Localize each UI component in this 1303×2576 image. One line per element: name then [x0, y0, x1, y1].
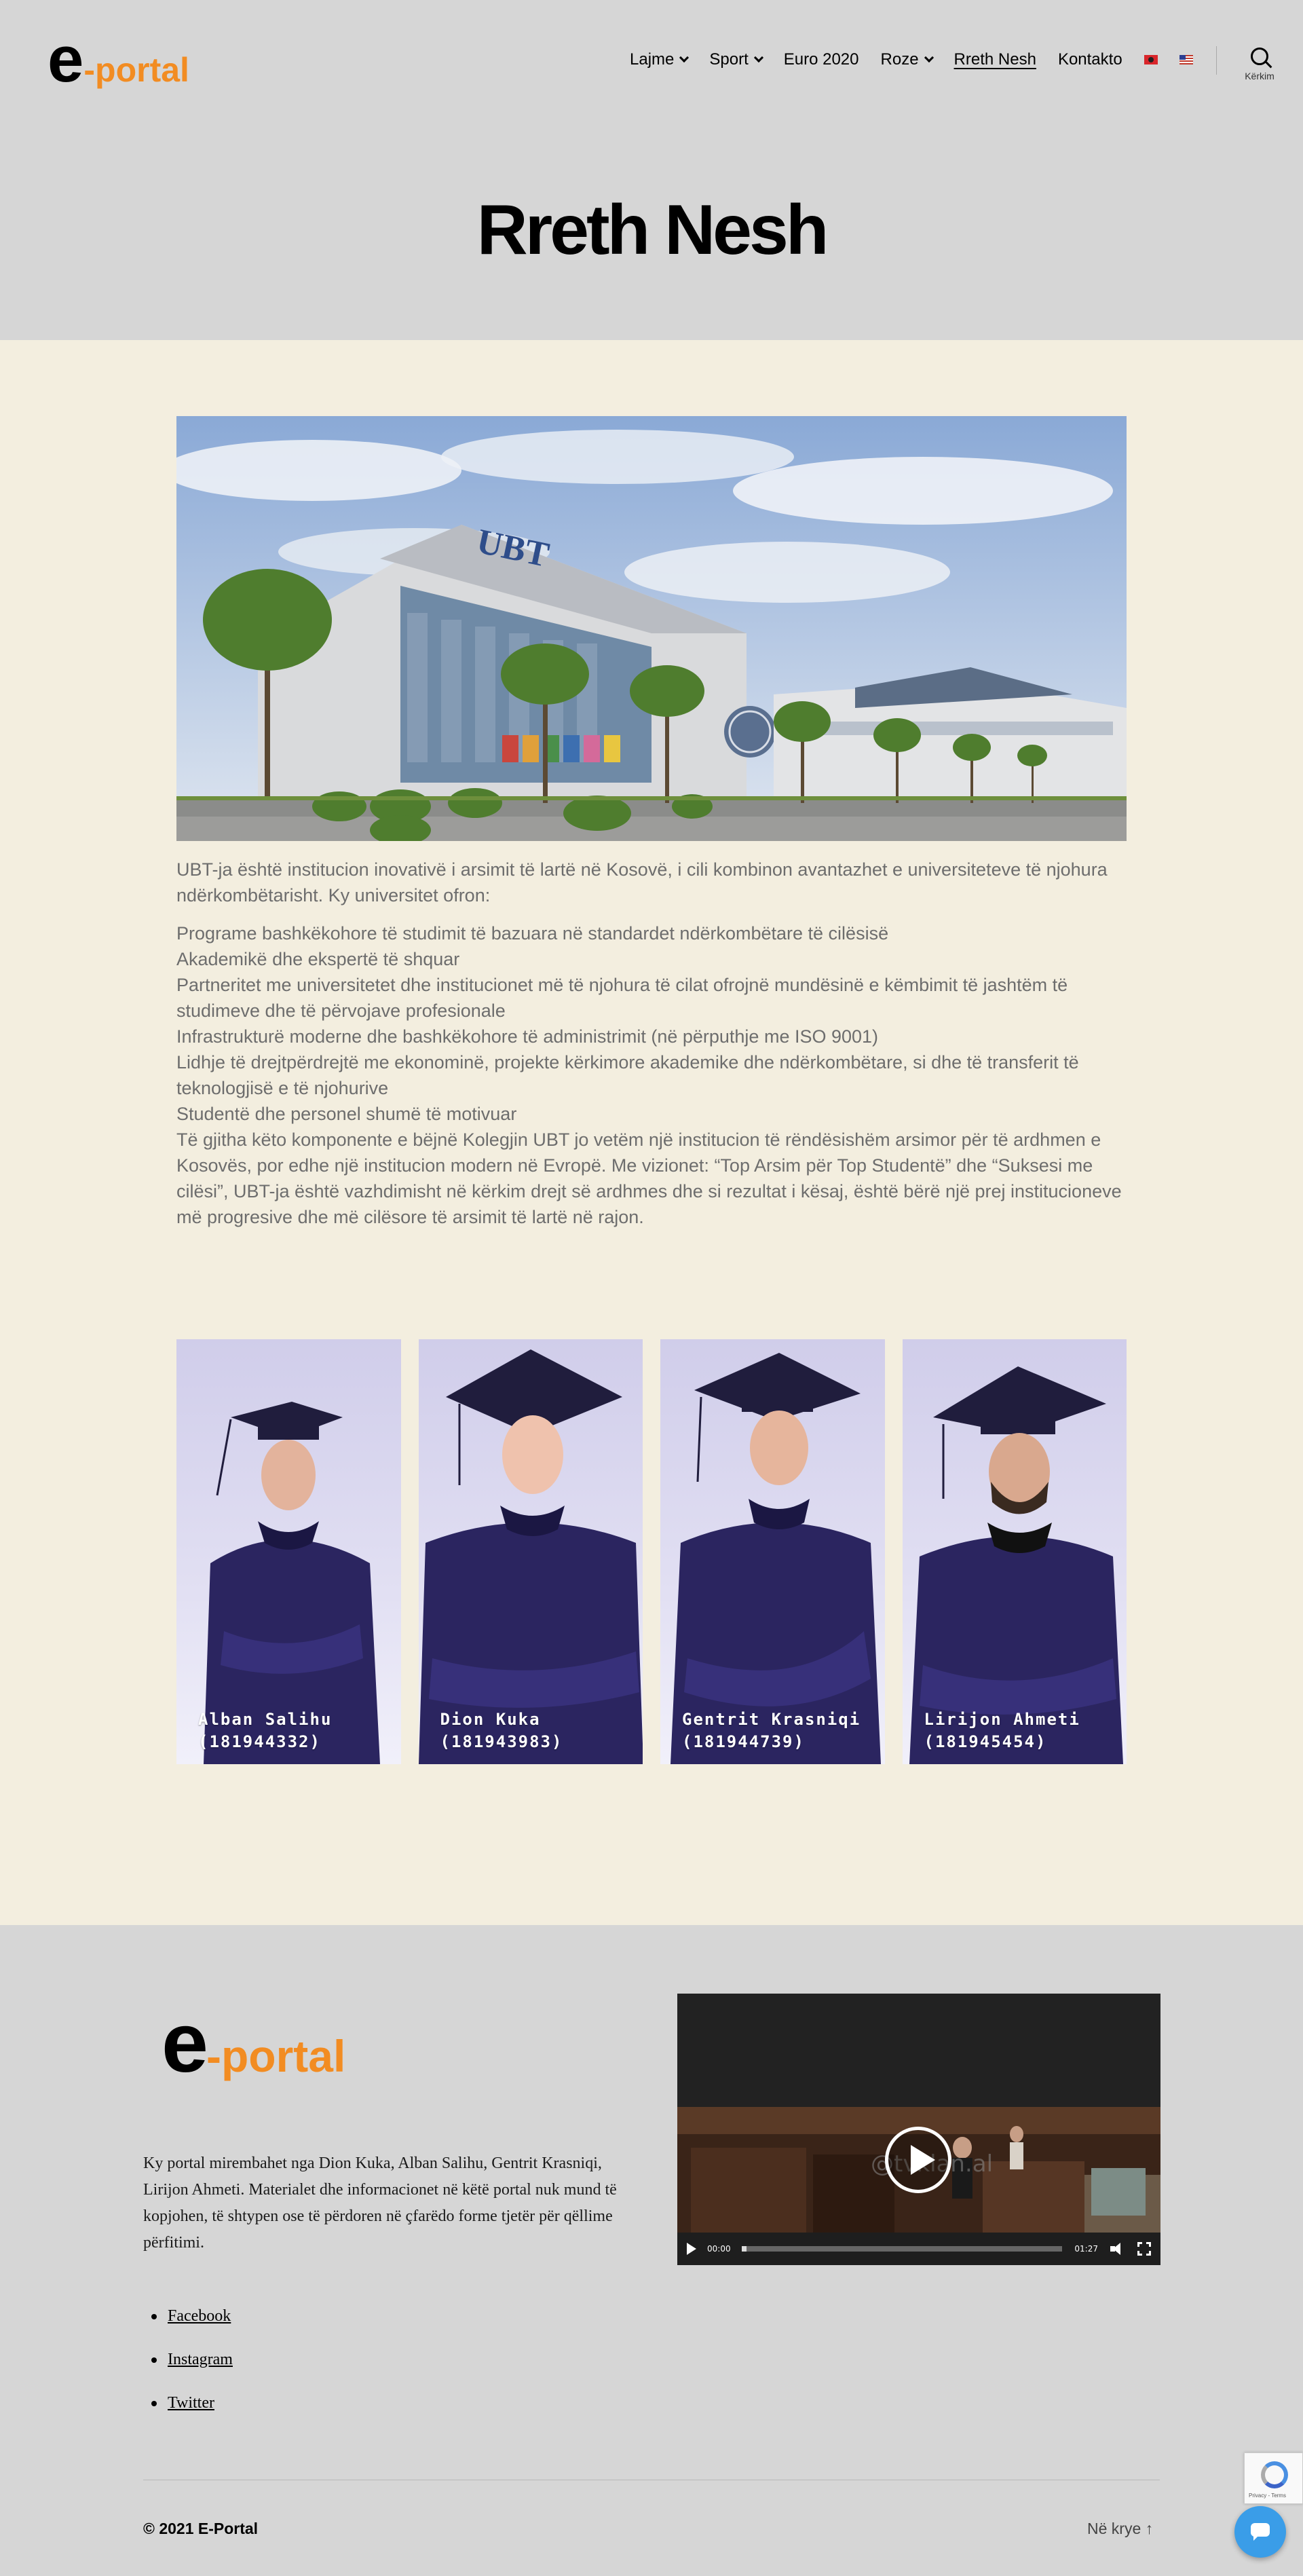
nav-label: Lajme	[630, 50, 675, 69]
social-item: Facebook	[143, 2294, 483, 2338]
about-intro: UBT-ja është institucion inovativë i ars…	[176, 859, 1108, 906]
student-caption: Lirijon Ahmeti (181945454)	[924, 1709, 1080, 1753]
duration: 01:27	[1074, 2244, 1098, 2254]
student-card[interactable]: Dion Kuka (181943983)	[418, 1339, 643, 1764]
play-icon[interactable]	[885, 2127, 951, 2193]
nav-item-euro-2020[interactable]: Euro 2020	[784, 50, 859, 69]
copyright: © 2021 E-Portal	[143, 2520, 259, 2537]
student-card[interactable]: Lirijon Ahmeti (181945454)	[902, 1339, 1127, 1764]
progress-bar[interactable]	[741, 2246, 1063, 2252]
about-point: Infrastrukturë moderne dhe bashkëkohore …	[176, 1026, 879, 1047]
student-id: (181944739)	[682, 1732, 805, 1751]
twitter-link[interactable]: Twitter	[168, 2394, 214, 2412]
us-flag-icon[interactable]	[1179, 55, 1193, 64]
nav-item-lajme[interactable]: Lajme	[630, 50, 690, 69]
logo-dash: -	[206, 2031, 221, 2081]
albanian-flag-icon[interactable]	[1144, 55, 1158, 64]
logo-e: e	[48, 23, 83, 96]
logo-portal: portal	[95, 51, 189, 89]
student-photo	[909, 1366, 1123, 1764]
search-label: Kërkim	[1245, 71, 1274, 81]
search-toggle-button[interactable]: Kërkim	[1239, 48, 1280, 81]
logo-e: e	[162, 1996, 208, 2090]
student-id: (181945454)	[924, 1732, 1047, 1751]
current-time: 00:00	[707, 2244, 731, 2254]
volume-icon[interactable]	[1110, 2242, 1125, 2256]
student-id: (181944332)	[198, 1732, 321, 1751]
nav-label: Euro 2020	[783, 50, 859, 69]
progress-fill	[741, 2246, 747, 2252]
video-player[interactable]: @tvklan.al 00:00 01:27	[677, 1994, 1160, 2265]
about-point: Studentë dhe personel shumë të motivuar	[176, 1104, 517, 1124]
student-id: (181943983)	[440, 1732, 563, 1751]
nav-label: Rreth Nesh	[953, 50, 1036, 69]
primary-nav: Lajme Sport Euro 2020 Roze Rreth Nesh Ko…	[630, 50, 1215, 69]
nav-item-kontakto[interactable]: Kontakto	[1058, 50, 1122, 69]
nav-label: Roze	[880, 50, 919, 69]
social-item: Twitter	[143, 2381, 483, 2425]
logo-dash: -	[83, 51, 96, 89]
nav-label: Kontakto	[1057, 50, 1122, 69]
nav-divider	[1216, 46, 1217, 75]
chat-icon[interactable]	[1234, 2506, 1286, 2558]
about-point: Lidhje të drejtpërdrejtë me ekonominë, p…	[176, 1052, 1079, 1098]
student-photo	[671, 1353, 881, 1764]
chevron-down-icon	[924, 52, 934, 63]
student-card[interactable]: Gentrit Krasniqi (181944739)	[660, 1339, 885, 1764]
student-card[interactable]: Alban Salihu (181944332)	[176, 1339, 401, 1764]
social-links: Facebook Instagram Twitter	[143, 2294, 483, 2425]
student-gallery: Alban Salihu (181944332) Dion Kuka (1819…	[176, 1339, 1127, 1764]
site-header: e - portal Lajme Sport Euro 2020 Roze Rr…	[0, 0, 1303, 340]
search-icon	[1251, 48, 1268, 65]
recaptcha-links[interactable]: Privacy - Terms	[1249, 2493, 1286, 2499]
play-small-icon[interactable]	[687, 2243, 696, 2255]
hero-image: UBT	[176, 416, 1127, 841]
chevron-down-icon	[753, 52, 763, 63]
recaptcha-badge[interactable]: Privacy - Terms	[1244, 2452, 1303, 2504]
student-name: Gentrit Krasniqi	[682, 1710, 861, 1729]
chevron-down-icon	[679, 52, 690, 63]
about-point: Programe bashkëkohore të studimit të baz…	[176, 923, 889, 944]
student-caption: Dion Kuka (181943983)	[440, 1709, 563, 1753]
nav-item-rreth-nesh[interactable]: Rreth Nesh	[954, 50, 1036, 69]
student-name: Lirijon Ahmeti	[924, 1710, 1080, 1729]
instagram-link[interactable]: Instagram	[168, 2351, 233, 2369]
social-item: Instagram	[143, 2338, 483, 2381]
about-point: Akademikë dhe ekspertë të shquar	[176, 949, 460, 969]
page-title: Rreth Nesh	[476, 191, 829, 269]
student-photo	[418, 1349, 643, 1764]
nav-label: Sport	[709, 50, 749, 69]
site-footer: e - portal Ky portal mirembahet nga Dion…	[0, 1925, 1303, 2576]
fullscreen-icon[interactable]	[1137, 2241, 1152, 2256]
about-conclusion: Të gjitha këto komponente e bëjnë Kolegj…	[176, 1130, 1122, 1227]
student-name: Alban Salihu	[198, 1710, 333, 1729]
student-name: Dion Kuka	[440, 1710, 541, 1729]
video-controls: 00:00 01:27	[677, 2233, 1160, 2265]
facebook-link[interactable]: Facebook	[168, 2307, 231, 2326]
about-point: Partneritet me universitetet dhe institu…	[176, 975, 1068, 1021]
about-content: UBT-ja është institucion inovativë i ars…	[176, 857, 1127, 1230]
recaptcha-icon	[1261, 2461, 1288, 2488]
nav-item-sport[interactable]: Sport	[709, 50, 763, 69]
logo-portal: portal	[221, 2031, 346, 2081]
footer-description: Ky portal mirembahet nga Dion Kuka, Alba…	[143, 2154, 617, 2252]
student-caption: Alban Salihu (181944332)	[198, 1709, 332, 1753]
student-caption: Gentrit Krasniqi (181944739)	[682, 1709, 861, 1753]
student-photo	[204, 1402, 380, 1764]
back-to-top-link[interactable]: Në krye ↑	[1087, 2520, 1153, 2538]
site-logo[interactable]: e - portal	[48, 27, 189, 92]
footer-logo[interactable]: e - portal	[162, 2001, 345, 2085]
nav-item-roze[interactable]: Roze	[880, 50, 934, 69]
